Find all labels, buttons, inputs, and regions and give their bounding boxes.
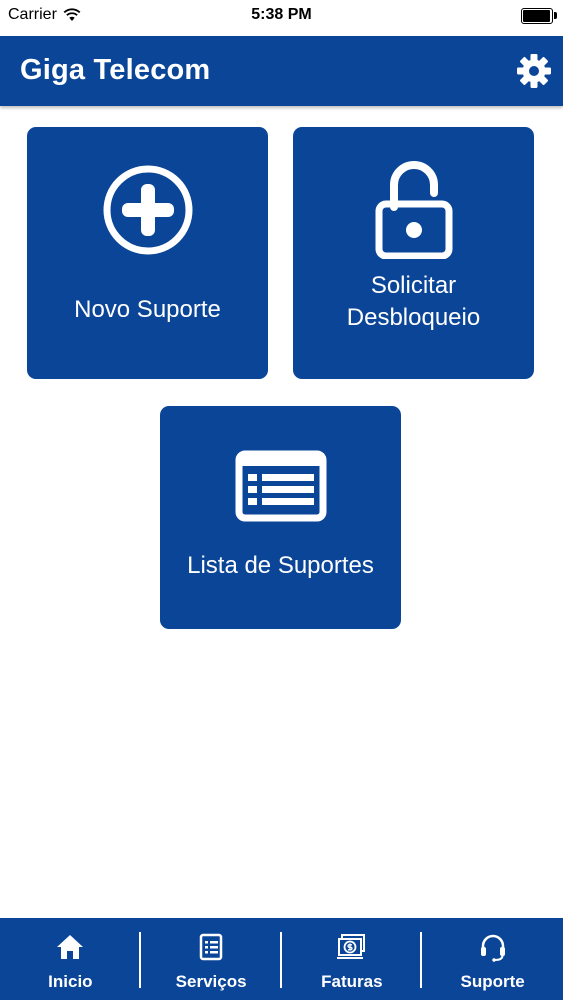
tile-label: Lista de Suportes [187,552,374,579]
gear-icon [517,54,551,88]
tab-servicos[interactable]: Serviços [141,918,282,1000]
bottom-tab-bar: Inicio Serviços Faturas Suporte [0,918,563,1000]
tile-label: Novo Suporte [74,296,221,323]
list-icon [235,450,326,522]
settings-button[interactable] [515,52,553,90]
plus-circle-icon [103,165,192,255]
tab-label: Serviços [175,972,247,991]
tab-suporte[interactable]: Suporte [422,918,563,1000]
tile-label: Solicitar Desbloqueio [346,272,481,331]
tab-label: Inicio [48,972,93,991]
unlocked-padlock-icon [375,161,452,259]
novo-suporte-tile[interactable]: Novo Suporte [27,127,268,379]
lista-de-suportes-tile[interactable]: Lista de Suportes [160,406,401,629]
headset-icon [480,934,505,962]
tab-label: Faturas [321,972,383,991]
document-icon [199,933,223,961]
status-time: 5:38 PM [251,6,312,23]
app-header: Giga Telecom [0,36,563,106]
home-icon [57,935,84,959]
battery-level [523,10,550,22]
solicitar-desbloqueio-tile[interactable]: Solicitar Desbloqueio [293,127,534,379]
money-icon [336,934,365,959]
status-bar: Carrier 5:38 PM [0,0,563,36]
app-title: Giga Telecom [20,54,211,86]
battery-icon [521,8,557,24]
tab-label: Suporte [460,972,525,991]
tab-faturas[interactable]: Faturas [282,918,423,1000]
tab-inicio[interactable]: Inicio [0,918,141,1000]
